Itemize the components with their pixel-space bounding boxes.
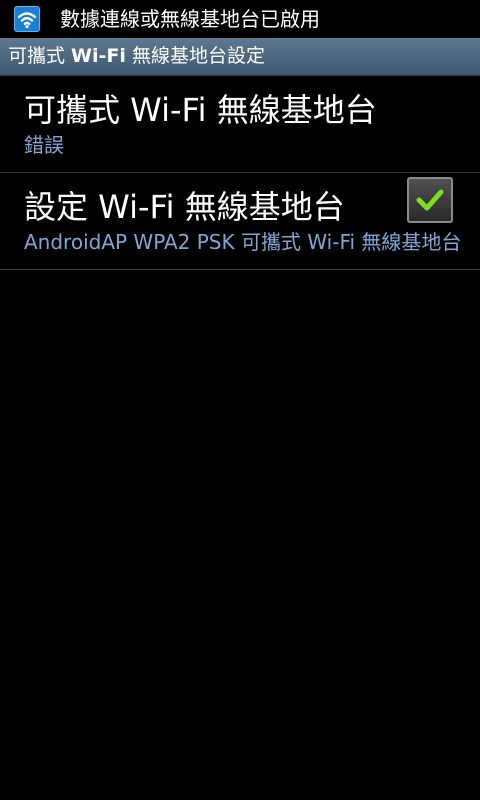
page-title-suffix: 無線基地台設定	[125, 45, 265, 67]
status-bar: 數據連線或無線基地台已啟用	[0, 0, 480, 38]
page-title: 可攜式 Wi-Fi 無線基地台設定	[8, 43, 265, 69]
page-title-prefix: 可攜式	[8, 45, 72, 67]
configure-hotspot-item[interactable]: 設定 Wi-Fi 無線基地台 AndroidAP WPA2 PSK 可攜式 Wi…	[0, 173, 480, 269]
configure-hotspot-title: 設定 Wi-Fi 無線基地台	[24, 188, 345, 226]
divider	[0, 269, 480, 270]
configure-hotspot-summary: AndroidAP WPA2 PSK 可攜式 Wi-Fi 無線基地台	[24, 230, 462, 254]
title-bar: 可攜式 Wi-Fi 無線基地台設定	[0, 38, 480, 76]
portable-hotspot-toggle-item[interactable]: 可攜式 Wi-Fi 無線基地台 錯誤	[0, 76, 480, 223]
page-title-bold: Wi-Fi	[71, 45, 126, 67]
status-notification-text: 數據連線或無線基地台已啟用	[60, 7, 320, 31]
wifi-hotspot-icon	[14, 6, 40, 32]
portable-hotspot-summary: 錯誤	[24, 133, 64, 157]
portable-hotspot-title: 可攜式 Wi-Fi 無線基地台	[24, 91, 377, 129]
